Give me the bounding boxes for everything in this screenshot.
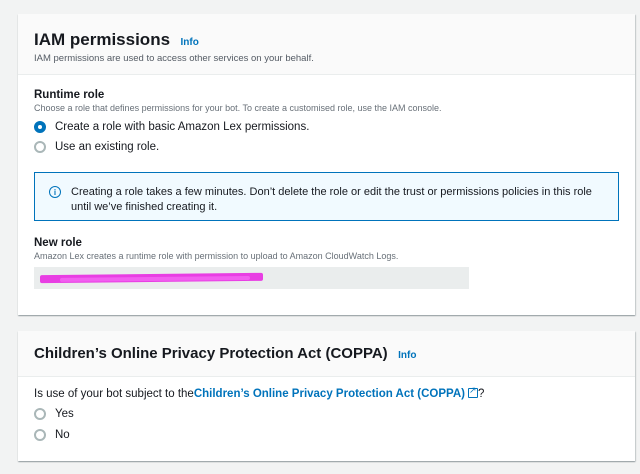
external-link-icon[interactable] xyxy=(467,385,478,398)
role-creation-alert-text: Creating a role takes a few minutes. Don… xyxy=(71,186,592,213)
radio-create-role[interactable]: Create a role with basic Amazon Lex perm… xyxy=(34,120,619,134)
radio-existing-role-label[interactable]: Use an existing role. xyxy=(55,141,159,153)
radio-create-role-label[interactable]: Create a role with basic Amazon Lex perm… xyxy=(55,121,309,133)
new-role-name-input[interactable] xyxy=(34,267,469,289)
radio-coppa-yes-button[interactable] xyxy=(34,408,46,420)
iam-permissions-panel: IAM permissions Info IAM permissions are… xyxy=(18,14,635,315)
coppa-question: Is use of your bot subject to theChildre… xyxy=(34,385,619,400)
iam-permissions-title: IAM permissions xyxy=(34,30,171,49)
coppa-question-suffix: ? xyxy=(477,388,485,400)
iam-info-link[interactable]: Info xyxy=(181,37,199,48)
radio-coppa-no[interactable]: No xyxy=(34,428,619,442)
coppa-external-link[interactable]: Children’s Online Privacy Protection Act… xyxy=(194,388,465,400)
coppa-body: Is use of your bot subject to theChildre… xyxy=(18,377,635,442)
runtime-role-label: Runtime role xyxy=(34,89,105,101)
radio-coppa-no-button[interactable] xyxy=(34,429,46,441)
radio-existing-role-button[interactable] xyxy=(34,141,46,153)
new-role-field: New role Amazon Lex creates a runtime ro… xyxy=(34,237,619,289)
runtime-role-description: Choose a role that defines permissions f… xyxy=(34,103,442,113)
iam-permissions-description: IAM permissions are used to access other… xyxy=(34,53,314,64)
coppa-panel: Children’s Online Privacy Protection Act… xyxy=(18,331,635,461)
coppa-header: Children’s Online Privacy Protection Act… xyxy=(18,331,635,377)
info-icon: i xyxy=(49,186,61,198)
radio-coppa-yes[interactable]: Yes xyxy=(34,407,619,421)
radio-create-role-button[interactable] xyxy=(34,121,46,133)
new-role-label: New role xyxy=(34,237,82,249)
iam-permissions-body: Runtime role Choose a role that defines … xyxy=(18,75,635,289)
coppa-question-prefix: Is use of your bot subject to the xyxy=(34,388,194,400)
iam-permissions-header: IAM permissions Info IAM permissions are… xyxy=(18,14,635,75)
coppa-title: Children’s Online Privacy Protection Act… xyxy=(34,345,388,362)
radio-coppa-yes-label[interactable]: Yes xyxy=(55,408,74,420)
coppa-info-link[interactable]: Info xyxy=(398,350,416,361)
role-creation-alert: i Creating a role takes a few minutes. D… xyxy=(34,172,619,221)
radio-existing-role[interactable]: Use an existing role. xyxy=(34,140,619,154)
radio-coppa-no-label[interactable]: No xyxy=(55,429,70,441)
new-role-description: Amazon Lex creates a runtime role with p… xyxy=(34,251,399,261)
redaction-mark xyxy=(40,272,263,284)
